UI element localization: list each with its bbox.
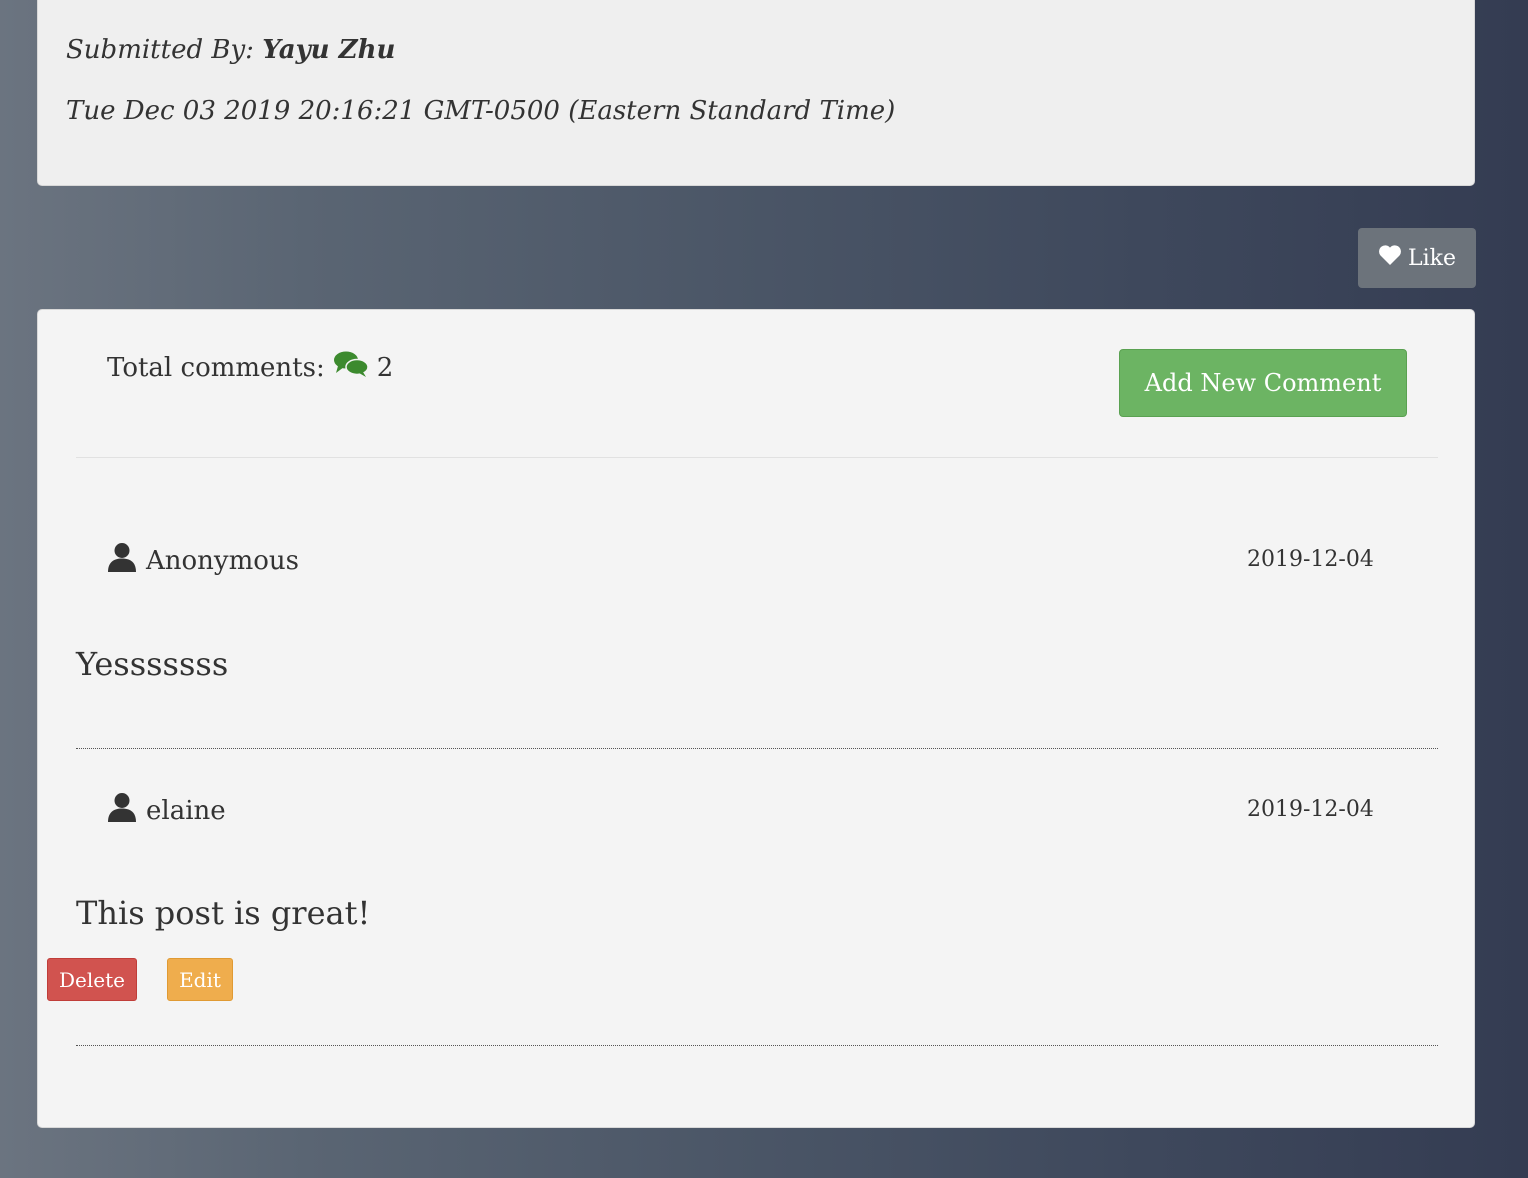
edit-comment-button[interactable]: Edit [167, 958, 233, 1001]
comment-author: elaine [107, 792, 226, 829]
comment-author-name: Anonymous [146, 545, 300, 576]
user-icon [107, 542, 137, 579]
comment-text: Yesssssss [76, 645, 229, 683]
comments-icon [333, 350, 369, 385]
comment-text: This post is great! [76, 894, 371, 932]
total-comments-count: 2 [376, 352, 394, 383]
post-date: Tue Dec 03 2019 20:16:21 GMT-0500 (Easte… [66, 96, 896, 126]
comment-divider [76, 748, 1438, 749]
header-divider [76, 457, 1438, 458]
comment-divider [76, 1045, 1438, 1046]
comments-card: Total comments: 2 Add New Comment Anonym… [37, 309, 1475, 1128]
comment-author: Anonymous [107, 542, 299, 579]
user-icon [107, 792, 137, 829]
comment-author-name: elaine [146, 795, 226, 826]
submitted-by: Submitted By: Yayu Zhu [66, 35, 395, 65]
delete-comment-button[interactable]: Delete [47, 958, 137, 1001]
comment-date: 2019-12-04 [1247, 547, 1374, 572]
submitted-label: Submitted By: [66, 35, 254, 65]
total-comments: Total comments: 2 [107, 350, 393, 385]
post-author: Yayu Zhu [262, 35, 396, 65]
like-label: Like [1408, 245, 1456, 271]
heart-icon [1378, 244, 1402, 272]
like-button[interactable]: Like [1358, 228, 1476, 288]
total-comments-label: Total comments: [107, 352, 325, 383]
add-new-comment-button[interactable]: Add New Comment [1119, 349, 1407, 417]
comment-date: 2019-12-04 [1247, 797, 1374, 822]
post-info-card: Submitted By: Yayu Zhu Tue Dec 03 2019 2… [37, 0, 1475, 186]
